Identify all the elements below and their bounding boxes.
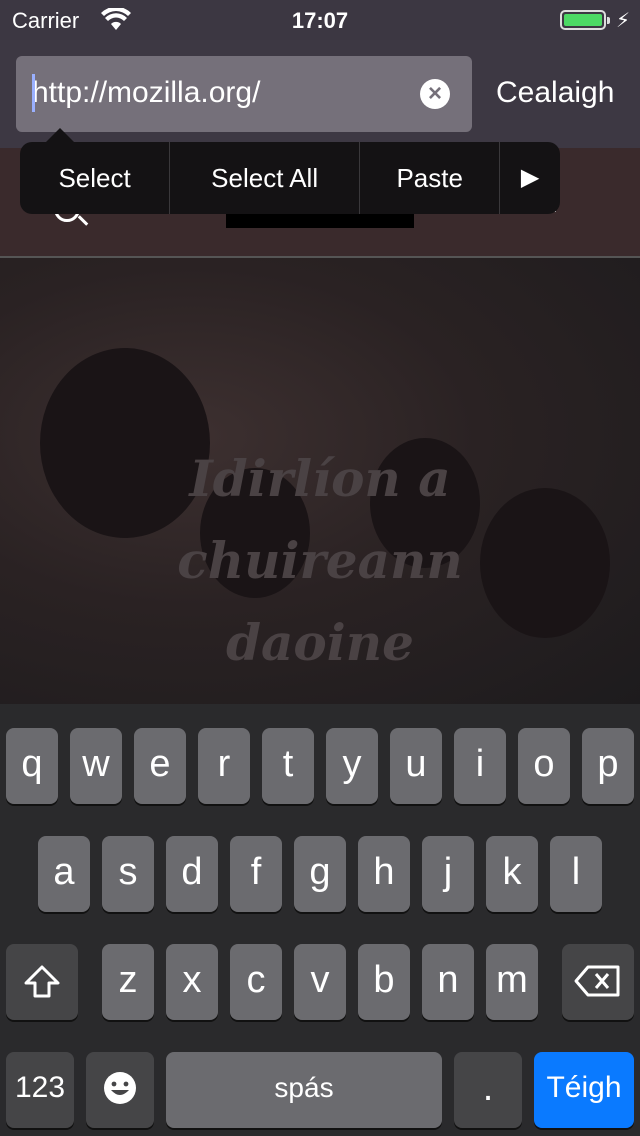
delete-key[interactable] <box>562 944 634 1020</box>
keyboard: q w e r t y u i o p a s d f g h j k l z … <box>0 704 640 1136</box>
key-b[interactable]: b <box>358 944 410 1020</box>
charging-icon: ⚡ <box>616 10 631 32</box>
key-c[interactable]: c <box>230 944 282 1020</box>
battery-icon <box>560 10 610 30</box>
shift-key[interactable] <box>6 944 78 1020</box>
space-key[interactable]: spás <box>166 1052 442 1128</box>
go-key[interactable]: Téigh <box>534 1052 634 1128</box>
key-w[interactable]: w <box>70 728 122 804</box>
shift-icon <box>24 965 60 998</box>
hero-line: Idirlíon a <box>189 449 451 508</box>
key-i[interactable]: i <box>454 728 506 804</box>
emoji-icon <box>104 1072 136 1104</box>
menu-select[interactable]: Select <box>20 142 171 214</box>
key-d[interactable]: d <box>166 836 218 912</box>
hero-line: daoine <box>226 613 414 672</box>
key-m[interactable]: m <box>486 944 538 1020</box>
edit-context-menu: Select Select All Paste ▶ <box>20 128 560 214</box>
menu-select-all[interactable]: Select All <box>170 142 361 214</box>
url-bar: http://mozilla.org/ × Cealaigh <box>0 40 640 148</box>
key-o[interactable]: o <box>518 728 570 804</box>
menu-paste[interactable]: Paste <box>360 142 501 214</box>
key-x[interactable]: x <box>166 944 218 1020</box>
backspace-icon <box>574 965 620 997</box>
clear-icon[interactable]: × <box>420 79 450 109</box>
emoji-key[interactable] <box>86 1052 154 1128</box>
hero-title: Idirlíon a chuireann daoine <box>0 438 640 684</box>
text-caret <box>32 74 35 112</box>
key-l[interactable]: l <box>550 836 602 912</box>
key-n[interactable]: n <box>422 944 474 1020</box>
key-t[interactable]: t <box>262 728 314 804</box>
key-z[interactable]: z <box>102 944 154 1020</box>
hero-line: chuireann <box>177 531 463 590</box>
key-k[interactable]: k <box>486 836 538 912</box>
numbers-key[interactable]: 123 <box>6 1052 74 1128</box>
period-key[interactable]: . <box>454 1052 522 1128</box>
key-e[interactable]: e <box>134 728 186 804</box>
key-a[interactable]: a <box>38 836 90 912</box>
cancel-button[interactable]: Cealaigh <box>496 76 614 110</box>
menu-more-icon[interactable]: ▶ <box>500 142 560 214</box>
key-v[interactable]: v <box>294 944 346 1020</box>
key-q[interactable]: q <box>6 728 58 804</box>
key-j[interactable]: j <box>422 836 474 912</box>
key-s[interactable]: s <box>102 836 154 912</box>
url-text: http://mozilla.org/ <box>32 76 261 109</box>
status-bar: Carrier 17:07 ⚡ <box>0 0 640 40</box>
key-f[interactable]: f <box>230 836 282 912</box>
key-g[interactable]: g <box>294 836 346 912</box>
key-r[interactable]: r <box>198 728 250 804</box>
key-h[interactable]: h <box>358 836 410 912</box>
url-input[interactable]: http://mozilla.org/ × <box>16 56 472 132</box>
key-u[interactable]: u <box>390 728 442 804</box>
key-y[interactable]: y <box>326 728 378 804</box>
clock: 17:07 <box>291 8 349 33</box>
key-p[interactable]: p <box>582 728 634 804</box>
